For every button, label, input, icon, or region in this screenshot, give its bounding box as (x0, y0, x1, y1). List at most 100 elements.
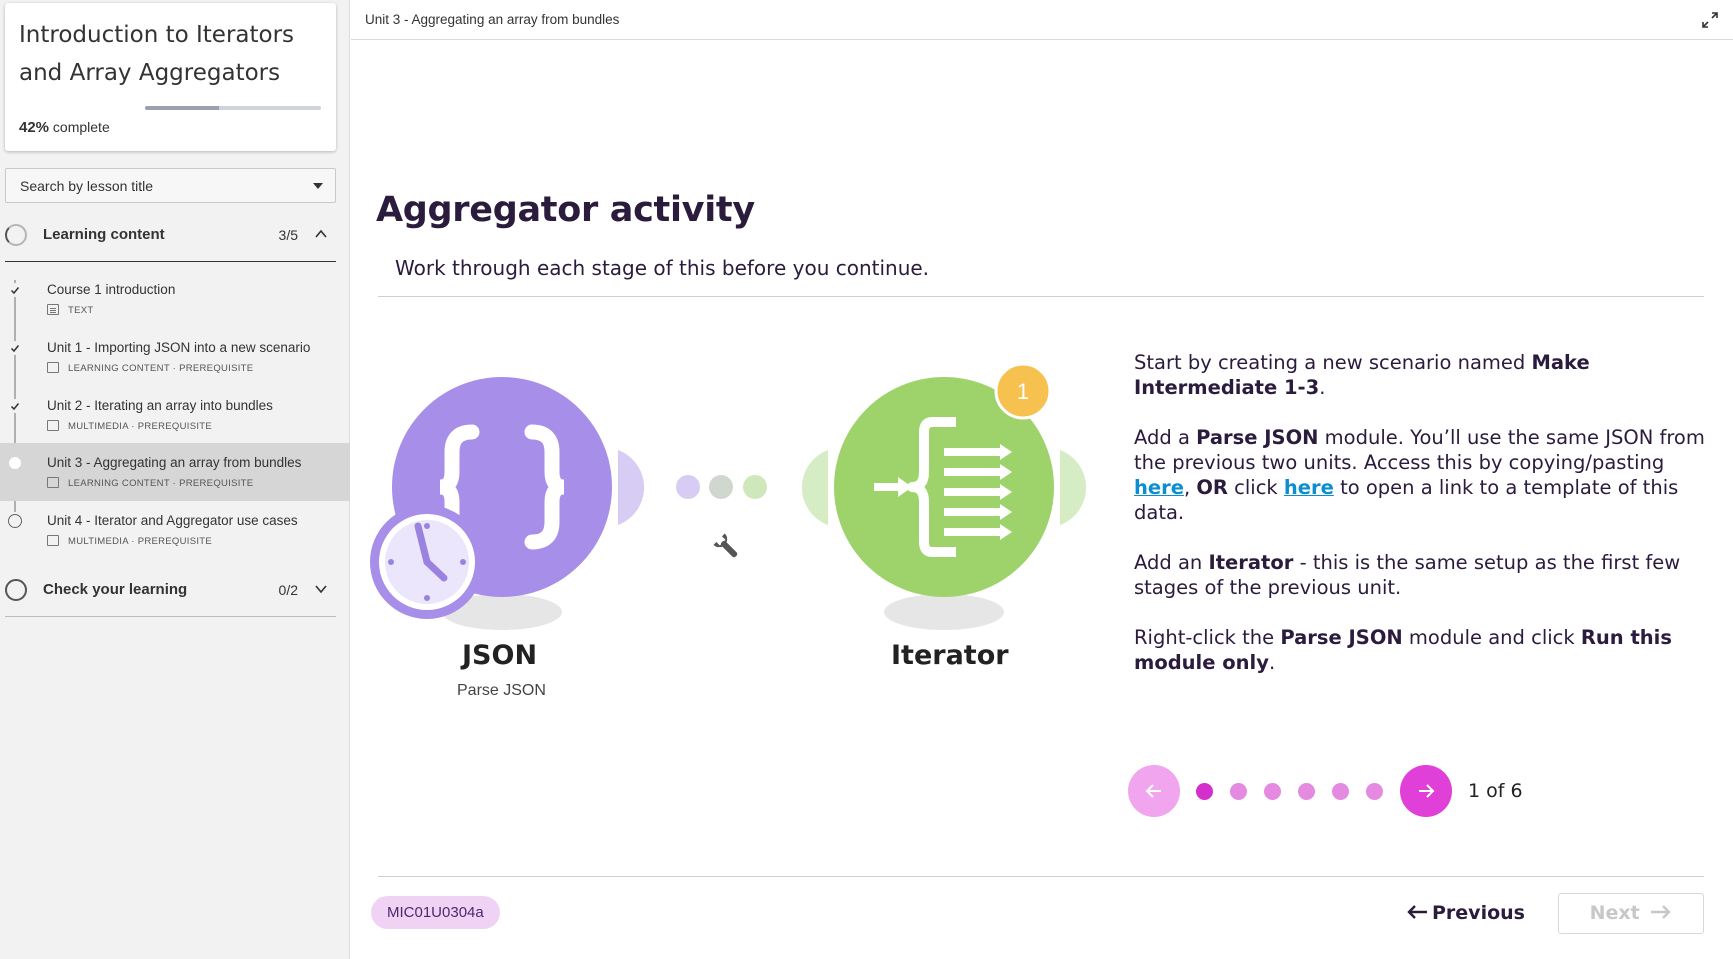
lesson-complete-mark (8, 341, 22, 355)
page-title: Aggregator activity (376, 190, 755, 230)
media-icon (47, 535, 59, 546)
caret-down-icon (313, 183, 323, 189)
lesson-type: TEXT (68, 305, 94, 316)
carousel-dot[interactable] (1366, 783, 1383, 800)
lesson-title: Unit 3 - Aggregating an array from bundl… (47, 455, 302, 470)
next-label: Next (1589, 902, 1640, 924)
iterator-input-port (801, 450, 828, 525)
lesson-item[interactable]: Course 1 introduction TEXT (0, 270, 350, 328)
instruction-step-3: Add an Iterator - this is the same setup… (1134, 551, 1681, 599)
section-progress-ring-icon (5, 579, 27, 601)
lesson-type: LEARNING CONTENT · PREREQUISITE (68, 363, 254, 374)
progress-bar (145, 106, 321, 110)
lesson-title: Unit 2 - Iterating an array into bundles (47, 398, 273, 413)
divider (378, 876, 1704, 877)
progress-suffix: complete (52, 119, 110, 135)
carousel-dot[interactable] (1332, 783, 1349, 800)
instructions-text: Start by creating a new scenario named M… (1134, 350, 1714, 700)
media-icon (47, 362, 59, 373)
connector-dot (709, 475, 733, 499)
json-output-port (618, 450, 645, 525)
lesson-type: LEARNING CONTENT · PREREQUISITE (68, 478, 254, 489)
chevron-up-icon[interactable] (314, 227, 328, 241)
progress-bar-fill (145, 106, 219, 110)
carousel-counter: 1 of 6 (1468, 780, 1523, 802)
divider (378, 296, 1704, 297)
lesson-complete-mark (8, 399, 22, 413)
lesson-meta: MULTIMEDIA · PREREQUISITE (47, 420, 212, 432)
lesson-title: Unit 1 - Importing JSON into a new scena… (47, 340, 311, 355)
step-carousel: 1 of 6 (1128, 763, 1548, 817)
json-module-subtitle: Parse JSON (457, 682, 546, 699)
lesson-incomplete-mark (8, 514, 22, 528)
module-shadow (884, 594, 1004, 630)
section-count: 0/2 (278, 582, 298, 598)
iterator-badge-count: 1 (1017, 379, 1029, 404)
section-learning-content[interactable]: Learning content 3/5 (5, 212, 336, 262)
carousel-dot[interactable] (1264, 783, 1281, 800)
search-placeholder: Search by lesson title (20, 178, 154, 194)
template-link[interactable]: here (1284, 476, 1334, 499)
lesson-current-mark (8, 456, 22, 470)
lesson-search-dropdown[interactable]: Search by lesson title (5, 168, 336, 203)
lesson-item[interactable]: Unit 4 - Iterator and Aggregator use cas… (0, 501, 350, 559)
breadcrumb: Unit 3 - Aggregating an array from bundl… (365, 12, 620, 27)
section-count: 3/5 (278, 227, 298, 243)
lesson-meta: LEARNING CONTENT · PREREQUISITE (47, 362, 253, 374)
checkmark-icon (10, 345, 20, 353)
section-label: Check your learning (43, 581, 188, 598)
page-subtitle: Work through each stage of this before y… (395, 256, 930, 280)
iterator-module-name: Iterator (891, 640, 1009, 671)
lesson-code-badge: MIC01U0304a (371, 896, 500, 929)
iterator-output-port (1060, 450, 1087, 525)
json-module-name: JSON (462, 640, 538, 671)
scenario-diagram: 1 JSON Parse JSON Iterator (360, 360, 1110, 710)
sidebar: Introduction to Iterators and Array Aggr… (0, 0, 350, 959)
instruction-step-1: Start by creating a new scenario named M… (1134, 351, 1590, 399)
carousel-next-button[interactable] (1400, 765, 1452, 817)
lesson-title: Unit 4 - Iterator and Aggregator use cas… (47, 513, 298, 528)
section-progress-ring-icon (5, 224, 27, 246)
previous-label: Previous (1432, 902, 1525, 924)
instruction-step-4: Right-click the Parse JSON module and cl… (1134, 626, 1672, 674)
arrow-left-icon (1407, 905, 1427, 919)
lesson-complete-mark (8, 283, 22, 297)
previous-button[interactable]: Previous (1406, 896, 1525, 930)
course-card: Introduction to Iterators and Array Aggr… (5, 3, 336, 151)
document-icon (47, 304, 59, 315)
arrow-right-icon (1651, 905, 1672, 919)
clock-icon (370, 505, 484, 619)
arrow-right-icon (1419, 784, 1435, 798)
next-button[interactable]: Next (1558, 893, 1704, 934)
carousel-prev-button[interactable] (1128, 765, 1180, 817)
checkmark-icon (10, 403, 20, 411)
lesson-item[interactable]: Unit 1 - Importing JSON into a new scena… (0, 328, 350, 386)
connector-dot (676, 475, 700, 499)
copy-json-link[interactable]: here (1134, 476, 1184, 499)
lesson-type: MULTIMEDIA · PREREQUISITE (68, 536, 213, 547)
chevron-down-icon[interactable] (314, 582, 328, 596)
lesson-meta: MULTIMEDIA · PREREQUISITE (47, 535, 212, 547)
top-bar: Unit 3 - Aggregating an array from bundl… (351, 0, 1733, 40)
lesson-meta: LEARNING CONTENT · PREREQUISITE (47, 477, 253, 489)
progress-text: 42% complete (19, 119, 110, 136)
lesson-item[interactable]: Unit 2 - Iterating an array into bundles… (0, 386, 350, 444)
carousel-dot[interactable] (1298, 783, 1315, 800)
wrench-icon[interactable] (713, 533, 742, 562)
lesson-item-active[interactable]: Unit 3 - Aggregating an array from bundl… (0, 443, 350, 501)
media-icon (47, 420, 59, 431)
section-check-your-learning[interactable]: Check your learning 0/2 (5, 567, 336, 617)
course-title: Introduction to Iterators and Array Aggr… (19, 22, 295, 86)
carousel-dot[interactable] (1196, 783, 1213, 800)
checkmark-icon (10, 287, 20, 295)
arrow-left-icon (1145, 784, 1161, 798)
connector-dot (743, 475, 767, 499)
lesson-title: Course 1 introduction (47, 282, 176, 297)
carousel-dot[interactable] (1230, 783, 1247, 800)
media-icon (47, 477, 59, 488)
section-label: Learning content (43, 226, 165, 243)
progress-percent: 42% (19, 119, 50, 136)
lesson-type: MULTIMEDIA · PREREQUISITE (68, 421, 213, 432)
lesson-meta: TEXT (47, 304, 93, 316)
expand-icon[interactable] (1701, 11, 1719, 29)
